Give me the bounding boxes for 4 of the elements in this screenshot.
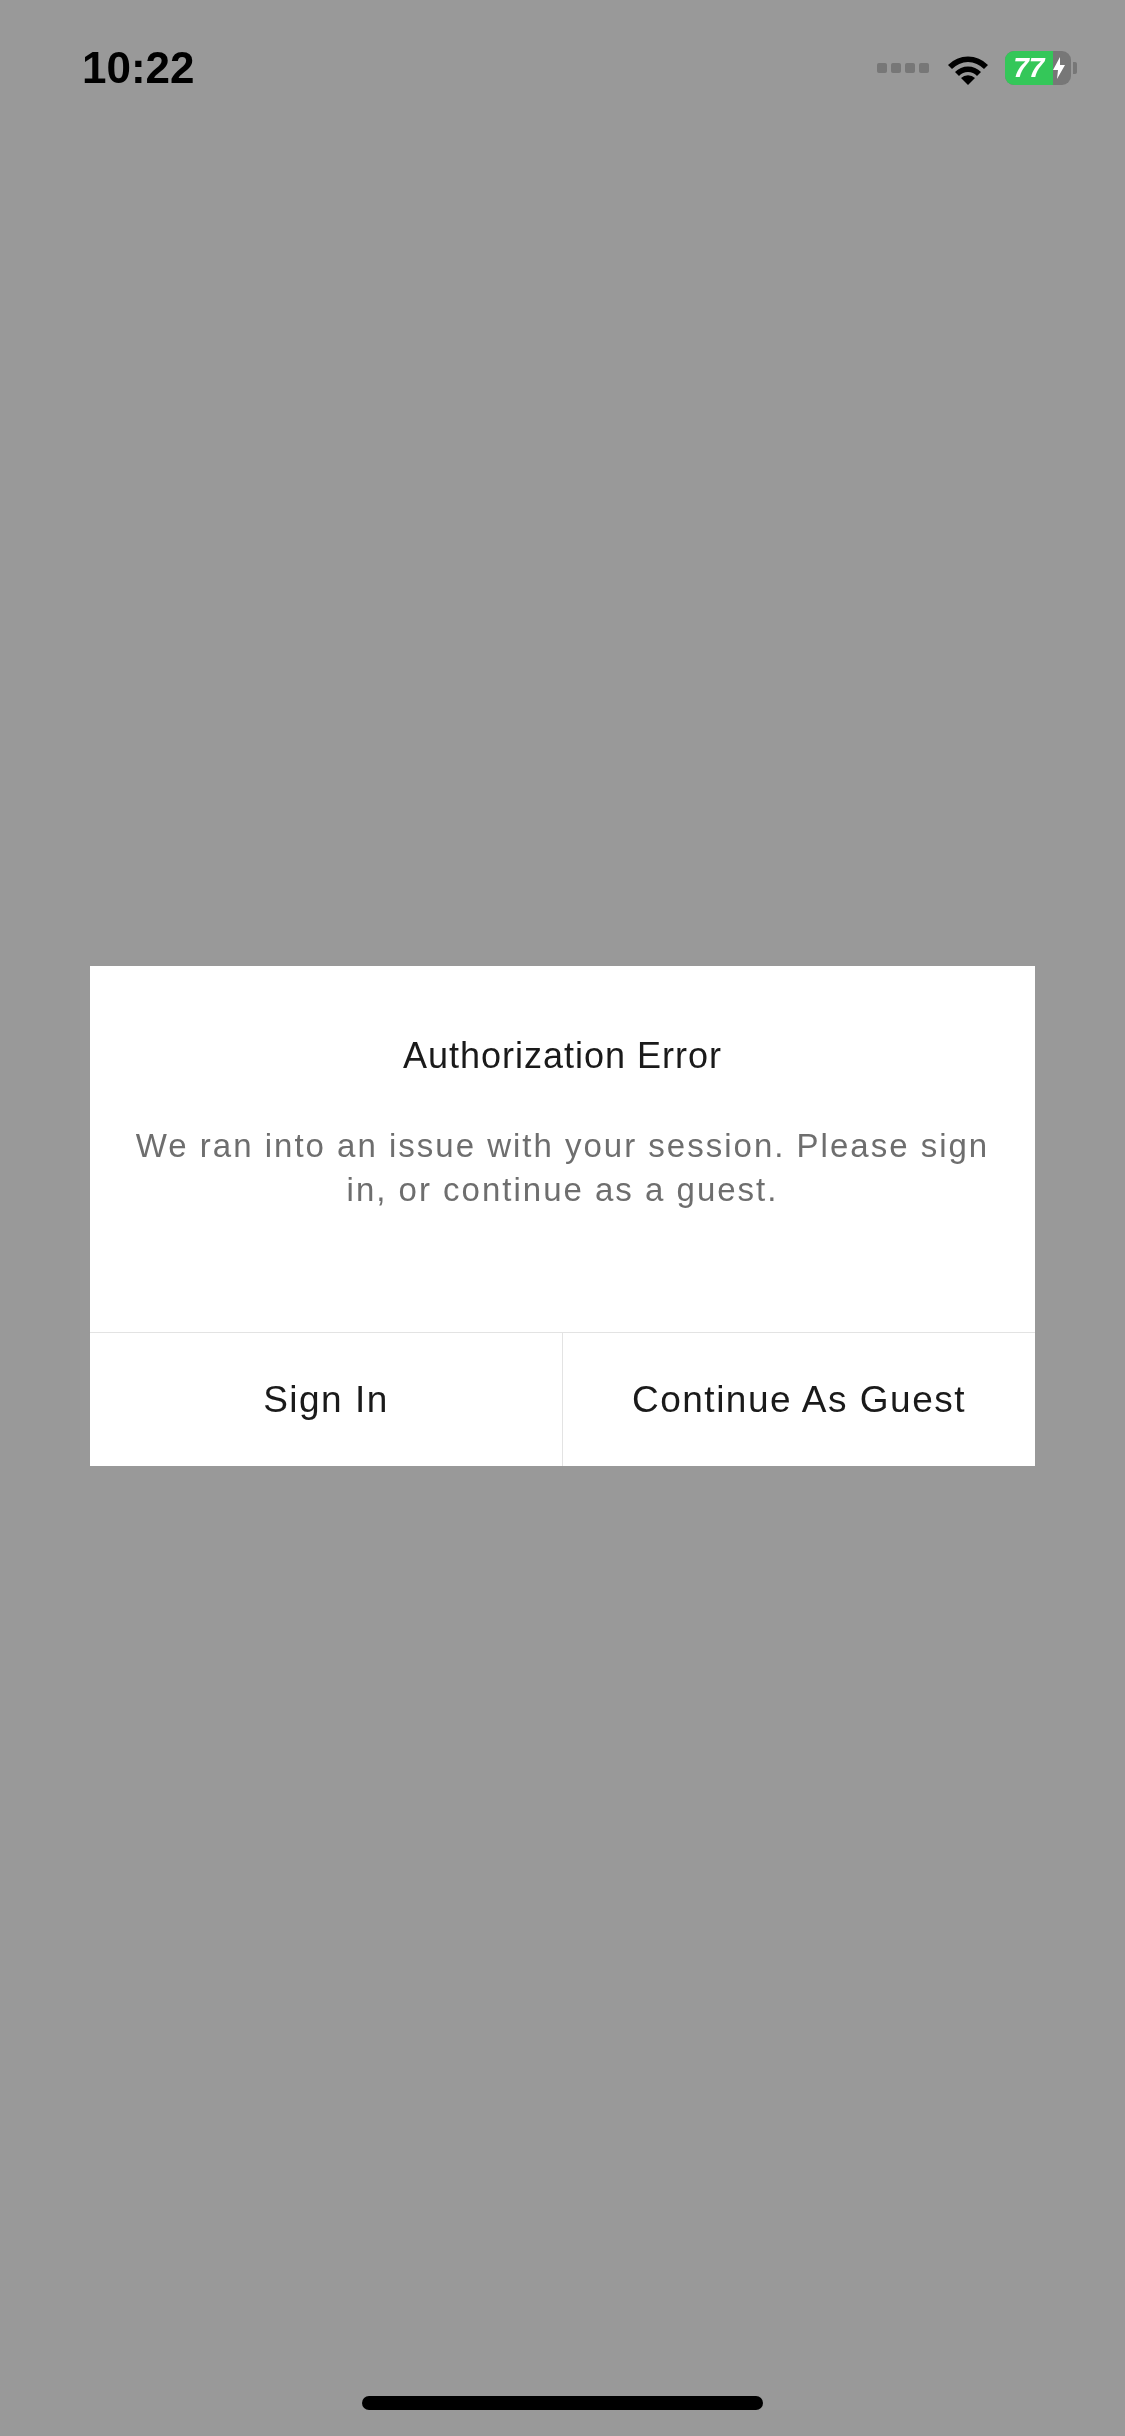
clock-time: 10:22 bbox=[82, 42, 195, 94]
dialog-message: We ran into an issue with your session. Please sign in, or continue as a guest. bbox=[134, 1126, 991, 1210]
cellular-signal-icon bbox=[877, 61, 931, 75]
dialog-title: Authorization Error bbox=[402, 1034, 723, 1078]
